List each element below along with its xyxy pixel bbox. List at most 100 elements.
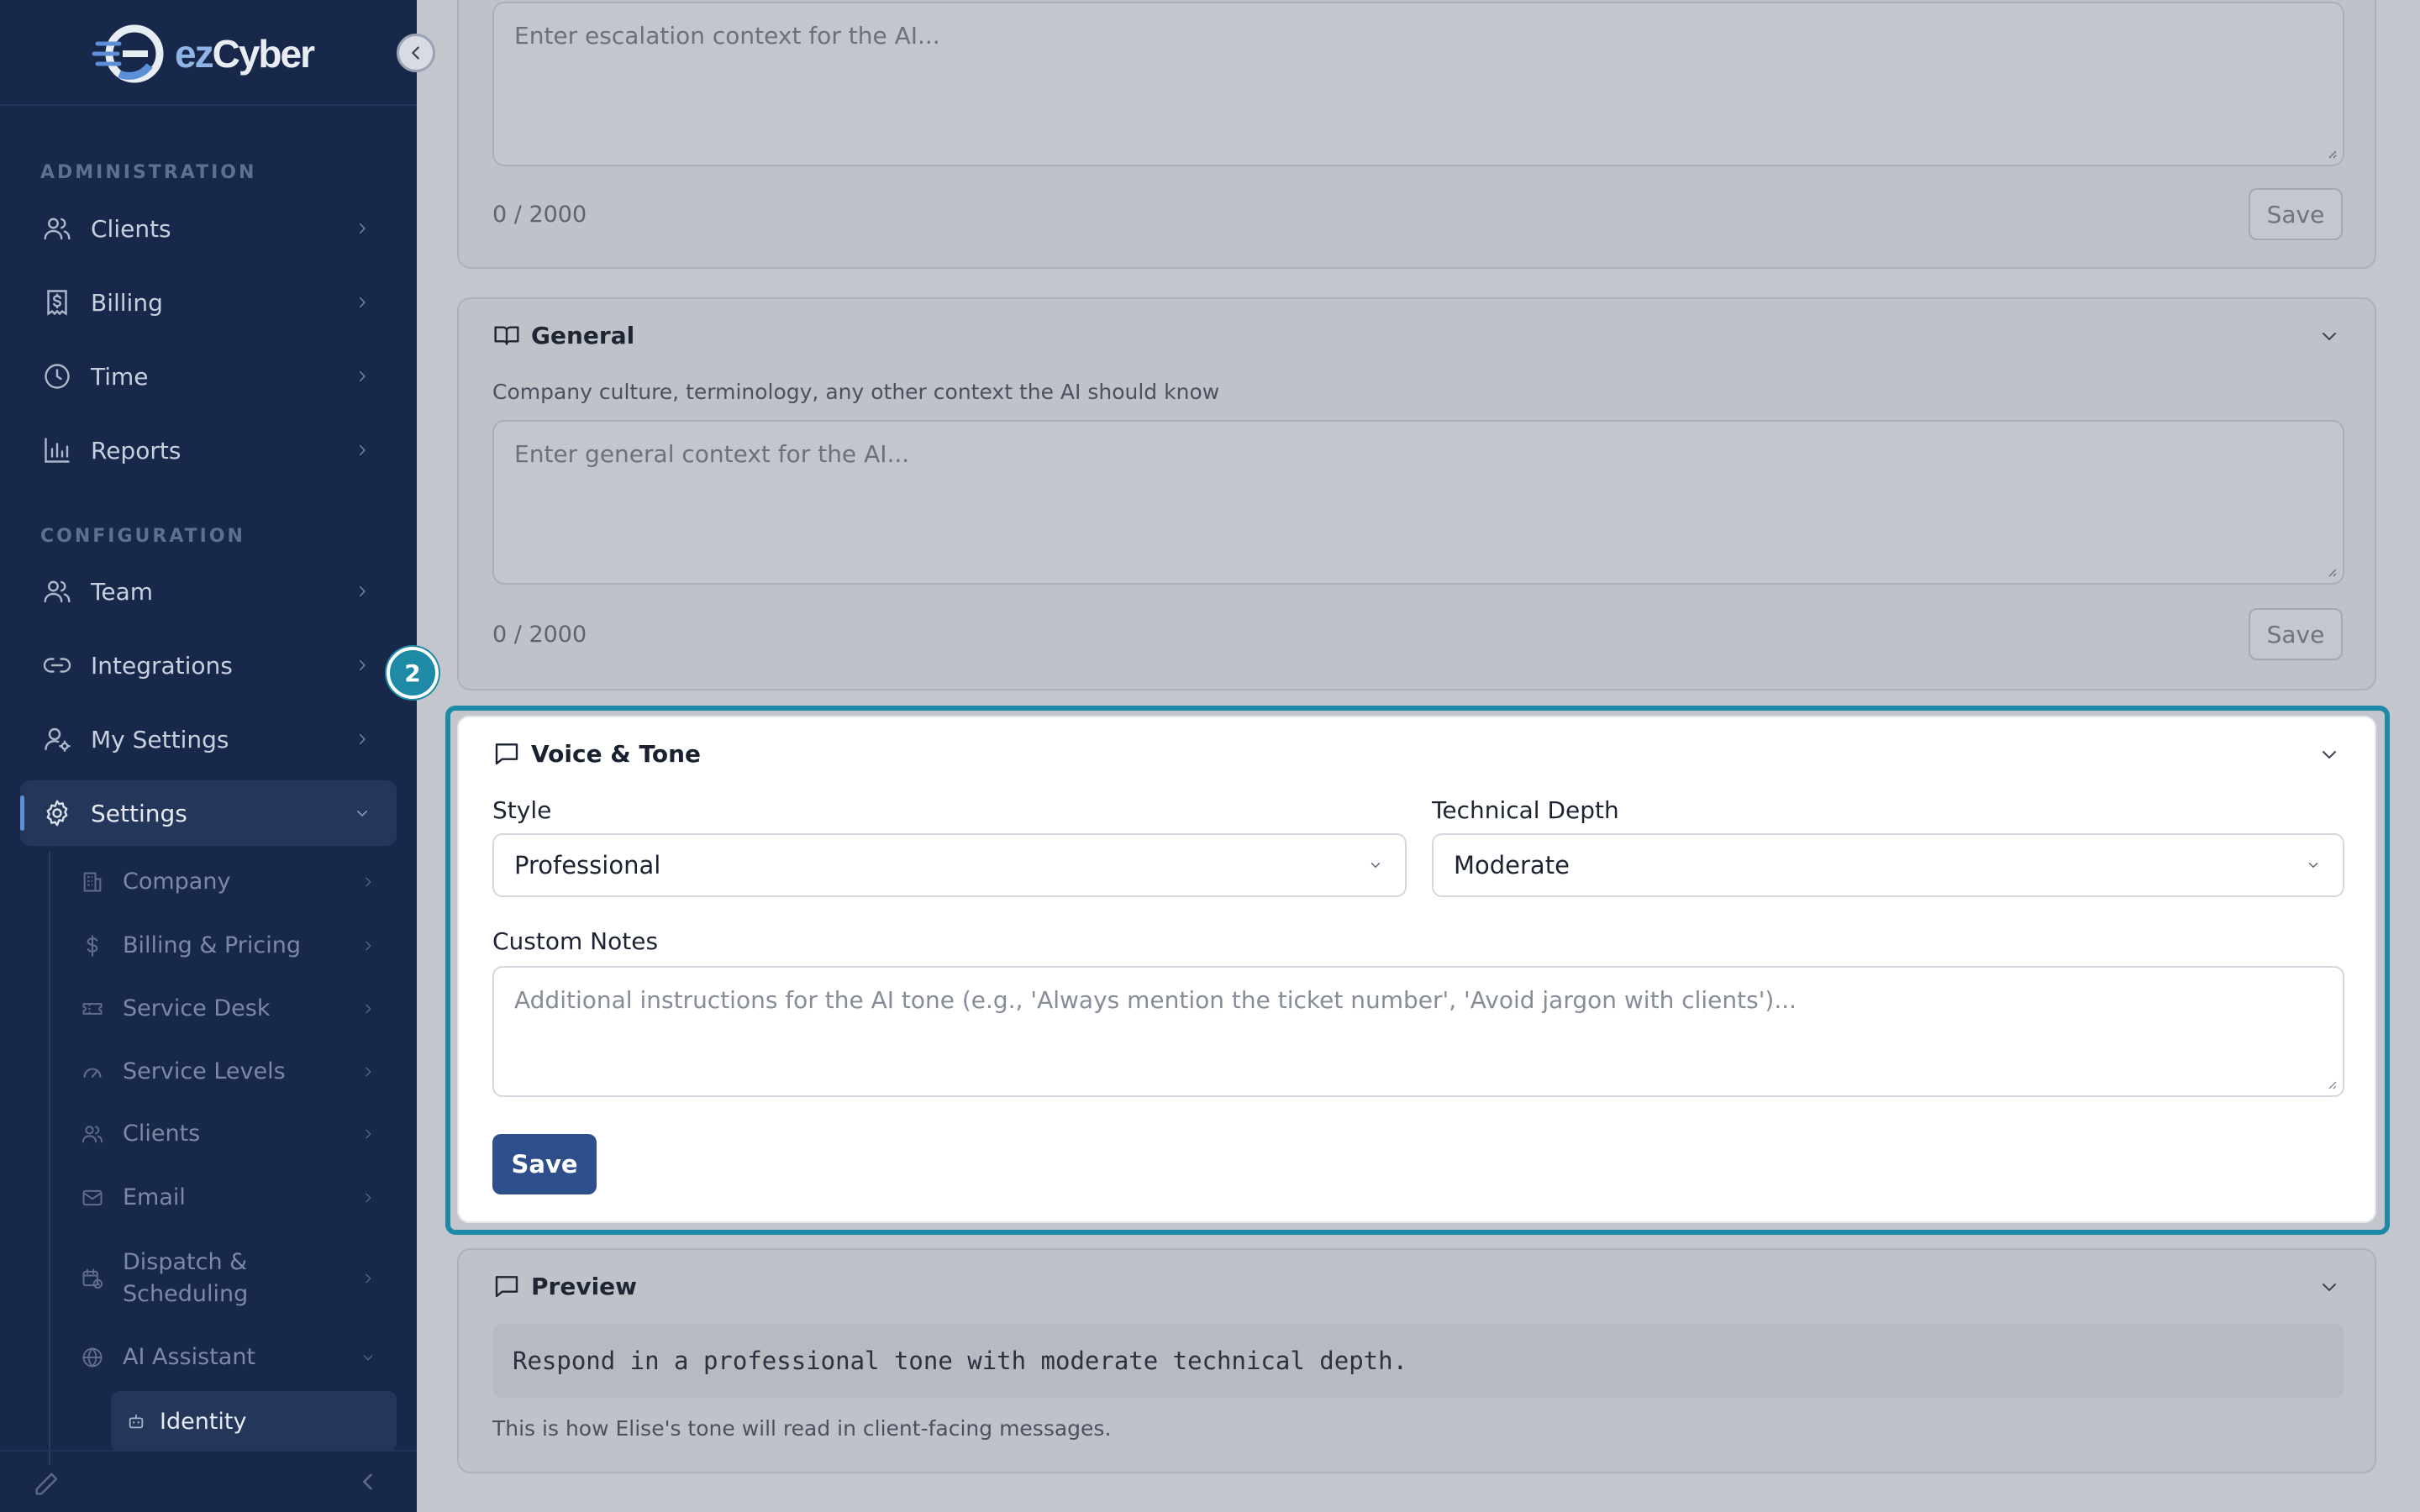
sidebar-item-label: My Settings — [91, 725, 229, 753]
chevron-right-icon — [350, 653, 375, 678]
sidebar-subitem-label: Identity — [160, 1408, 247, 1435]
character-counter: 0 / 2000 — [492, 622, 587, 648]
sidebar-item-label: Reports — [91, 436, 182, 465]
sidebar-item-my-settings[interactable]: My Settings — [20, 706, 397, 772]
style-select[interactable]: Professional — [492, 833, 1407, 897]
technical-depth-select-value: Moderate — [1454, 851, 1570, 879]
chevron-down-icon[interactable] — [2314, 321, 2344, 351]
technical-depth-label: Technical Depth — [1432, 796, 1619, 824]
submenu-rail — [49, 852, 50, 1465]
section-label-administration: ADMINISTRATION — [40, 162, 257, 183]
globe-icon — [79, 1344, 106, 1371]
sidebar-subitem-label: Service Desk — [123, 995, 271, 1021]
chevron-right-icon — [356, 1186, 380, 1210]
chevron-down-icon[interactable] — [2314, 1272, 2344, 1302]
gear-icon — [40, 796, 74, 830]
section-label-configuration: CONFIGURATION — [40, 526, 245, 547]
general-context-textarea[interactable]: Enter general context for the AI... — [492, 420, 2344, 585]
escalation-placeholder: Enter escalation context for the AI... — [514, 22, 940, 50]
sidebar-item-label: Time — [91, 362, 149, 391]
style-select-value: Professional — [514, 851, 661, 879]
sidebar-item-settings[interactable]: Settings — [20, 780, 397, 846]
chevron-right-icon — [356, 934, 380, 958]
sidebar-subitem-dispatch-scheduling[interactable]: Dispatch & Scheduling — [67, 1245, 397, 1312]
preview-title: Preview — [531, 1272, 638, 1300]
step-badge: 2 — [387, 647, 439, 699]
chevron-down-icon — [1363, 853, 1388, 878]
user-cog-icon — [40, 722, 74, 756]
chevron-down-icon — [356, 1346, 380, 1369]
sidebar-item-time[interactable]: Time — [20, 344, 397, 409]
users-icon — [40, 212, 74, 245]
sidebar-subitem-identity[interactable]: Identity — [111, 1391, 397, 1452]
sidebar-item-team[interactable]: Team — [20, 559, 397, 624]
sidebar-item-label: Clients — [91, 214, 171, 243]
sidebar-item-reports[interactable]: Reports — [20, 417, 397, 483]
chevron-right-icon — [356, 1267, 380, 1290]
style-label: Style — [492, 796, 552, 824]
chevron-right-icon — [350, 438, 375, 463]
general-placeholder: Enter general context for the AI... — [514, 440, 910, 468]
resize-handle-icon[interactable] — [2324, 564, 2338, 578]
receipt-dollar-icon — [40, 286, 74, 319]
sidebar-subitem-service-desk[interactable]: Service Desk — [67, 993, 397, 1025]
chevron-right-icon — [350, 364, 375, 389]
sidebar-subitem-label: Email — [123, 1184, 186, 1210]
custom-notes-textarea[interactable]: Additional instructions for the AI tone … — [492, 966, 2344, 1097]
chevron-right-icon — [350, 216, 375, 241]
escalation-save-button[interactable]: Save — [2249, 188, 2343, 240]
chevron-right-icon — [350, 727, 375, 752]
bar-chart-icon — [40, 433, 74, 467]
sidebar-subitem-company[interactable]: Company — [67, 866, 397, 898]
sidebar-subitem-service-levels[interactable]: Service Levels — [67, 1056, 397, 1088]
chevron-left-icon[interactable] — [356, 1470, 383, 1497]
voice-tone-card: Voice & Tone Style Professional Technica… — [457, 716, 2376, 1223]
sidebar-subitem-label: AI Assistant — [123, 1344, 256, 1370]
general-description: Company culture, terminology, any other … — [492, 380, 1220, 404]
chevron-down-icon — [2301, 853, 2326, 878]
preview-header[interactable]: Preview — [492, 1272, 637, 1300]
gauge-icon — [79, 1058, 106, 1085]
escalation-context-textarea[interactable]: Enter escalation context for the AI... — [492, 2, 2344, 166]
book-open-icon — [492, 321, 521, 349]
sidebar-subitem-email[interactable]: Email — [67, 1182, 397, 1214]
preview-card: Preview Respond in a professional tone w… — [457, 1248, 2376, 1473]
general-header[interactable]: General — [492, 321, 634, 349]
chevron-right-icon — [350, 290, 375, 315]
resize-handle-icon[interactable] — [2324, 1077, 2338, 1090]
users-icon — [79, 1121, 106, 1147]
sidebar-collapse-button[interactable] — [397, 34, 435, 72]
chevron-left-icon — [412, 46, 419, 60]
mail-icon — [79, 1184, 106, 1211]
chevron-down-icon[interactable] — [2314, 739, 2344, 769]
general-save-button[interactable]: Save — [2249, 608, 2343, 660]
brand-logo[interactable]: ezCyber — [91, 22, 315, 86]
sidebar-item-label: Team — [91, 577, 154, 606]
ticket-icon — [79, 995, 106, 1022]
voice-tone-header[interactable]: Voice & Tone — [492, 739, 701, 768]
sidebar-item-integrations[interactable]: Integrations — [20, 633, 397, 698]
sidebar-subitem-ai-assistant[interactable]: AI Assistant — [67, 1341, 397, 1373]
sidebar-item-clients[interactable]: Clients — [20, 196, 397, 261]
preview-caption: This is how Elise's tone will read in cl… — [492, 1416, 1112, 1441]
voice-tone-save-button[interactable]: Save — [492, 1134, 597, 1194]
logo-text: ezCyber — [175, 32, 315, 76]
chevron-right-icon — [350, 579, 375, 604]
sidebar-item-label: Integrations — [91, 651, 233, 680]
sidebar-item-label: Billing — [91, 288, 163, 317]
sidebar-subitem-clients[interactable]: Clients — [67, 1118, 397, 1150]
custom-notes-label: Custom Notes — [492, 927, 659, 955]
sidebar-subitem-label: Billing & Pricing — [123, 932, 302, 958]
pencil-icon[interactable] — [32, 1470, 60, 1499]
sidebar-item-billing[interactable]: Billing — [20, 270, 397, 335]
sidebar-subitem-billing-pricing[interactable]: Billing & Pricing — [67, 930, 397, 962]
ez-logo-icon — [92, 24, 164, 83]
character-counter: 0 / 2000 — [492, 202, 587, 228]
preview-text: Respond in a professional tone with mode… — [492, 1324, 2344, 1398]
users-icon — [40, 575, 74, 608]
resize-handle-icon[interactable] — [2324, 146, 2338, 160]
chevron-down-icon — [350, 801, 375, 826]
chevron-right-icon — [356, 870, 380, 894]
link-icon — [40, 648, 74, 682]
technical-depth-select[interactable]: Moderate — [1432, 833, 2344, 897]
